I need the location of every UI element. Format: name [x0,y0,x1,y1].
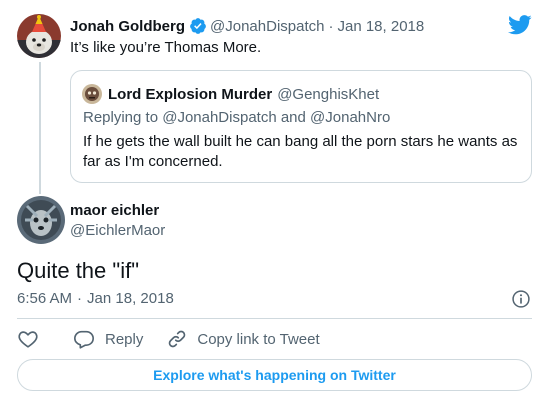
reply-button[interactable]: Reply [73,328,143,350]
parent-tweet-header: Jonah Goldberg @JonahDispatch · Jan 18, … [70,16,424,36]
quoted-handle: @GenghisKhet [277,85,380,103]
tweet-actions: Reply Copy link to Tweet [17,328,320,350]
quoted-user-avatar[interactable] [82,84,102,104]
tweet-timestamp[interactable]: 6:56 AM · Jan 18, 2018 [17,290,174,307]
quoted-tweet[interactable]: Lord Explosion Murder @GenghisKhet Reply… [70,70,532,183]
divider [17,318,532,319]
like-button[interactable] [17,328,39,350]
copy-link-label: Copy link to Tweet [197,330,320,348]
quoted-display-name: Lord Explosion Murder [108,85,273,103]
main-handle[interactable]: @EichlerMaor [70,222,165,239]
main-display-name[interactable]: maor eichler [70,202,159,219]
jonah-goldberg-avatar[interactable] [17,14,61,58]
parent-handle[interactable]: @JonahDispatch [210,18,324,35]
tweet-time[interactable]: 6:56 AM [17,290,72,307]
copy-link-button[interactable]: Copy link to Tweet [167,329,320,349]
reply-label: Reply [105,330,144,348]
replying-to-text: Replying to @JonahDispatch and @JonahNro [83,109,391,126]
verified-badge-icon [190,18,206,34]
main-tweet-text: Quite the "if" [17,258,140,283]
embedded-tweet-card: Jonah Goldberg @JonahDispatch · Jan 18, … [0,0,550,408]
tweet-date[interactable]: Jan 18, 2018 [87,290,174,307]
explore-twitter-button[interactable]: Explore what's happening on Twitter [17,359,532,391]
separator-dot: · [77,290,83,307]
twitter-bird-icon[interactable] [508,14,532,36]
heart-icon [18,331,38,348]
parent-tweet-text: It’s like you’re Thomas More. [70,39,262,56]
parent-display-name[interactable]: Jonah Goldberg [70,18,185,35]
quoted-tweet-text: If he gets the wall built he can bang al… [83,133,518,170]
link-icon [169,330,186,348]
thread-line [39,62,41,194]
separator-dot: · [328,17,334,35]
parent-date[interactable]: Jan 18, 2018 [337,18,424,35]
speech-bubble-icon [74,330,94,349]
maor-eichler-avatar[interactable] [17,196,65,244]
info-icon[interactable] [511,289,531,309]
quoted-tweet-header: Lord Explosion Murder @GenghisKhet [108,84,379,104]
